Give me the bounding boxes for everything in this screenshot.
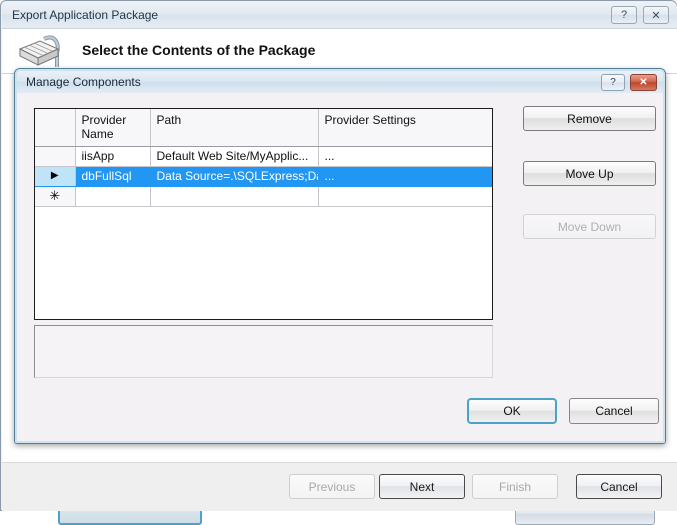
close-icon[interactable]: ✕: [630, 74, 657, 91]
previous-button[interactable]: Previous: [289, 474, 375, 499]
components-grid[interactable]: Provider Name Path Provider Settings iis…: [34, 108, 493, 320]
cell-provider-name[interactable]: iisApp: [75, 146, 151, 167]
table-row[interactable]: iisApp Default Web Site/MyApplic... ...: [35, 146, 492, 167]
table-row[interactable]: ▶ dbFullSql Data Source=.\SQLExpress;Dat…: [35, 166, 492, 187]
table-row-new[interactable]: ✳: [35, 186, 492, 207]
page-title: Select the Contents of the Package: [82, 42, 316, 58]
cancel-button[interactable]: Cancel: [569, 398, 659, 424]
wizard-title: Export Application Package: [12, 8, 159, 22]
move-down-button[interactable]: Move Down: [523, 214, 656, 239]
cell-path[interactable]: [150, 186, 319, 207]
manage-components-dialog: Manage Components ? ✕ Provider Name Path…: [14, 68, 666, 444]
description-panel: [34, 325, 493, 378]
row-selector[interactable]: ▶: [35, 166, 76, 187]
dialog-title: Manage Components: [26, 75, 141, 89]
cell-provider-settings[interactable]: ...: [318, 166, 492, 187]
table-header-row: Provider Name Path Provider Settings: [35, 109, 492, 147]
help-icon[interactable]: ?: [611, 6, 637, 24]
column-header-provider-settings[interactable]: Provider Settings: [318, 109, 492, 147]
next-button[interactable]: Next: [379, 474, 465, 499]
cell-provider-settings[interactable]: ...: [318, 146, 492, 167]
ok-button[interactable]: OK: [467, 398, 557, 424]
remove-button[interactable]: Remove: [523, 106, 656, 131]
close-icon[interactable]: ✕: [643, 6, 669, 24]
cancel-button[interactable]: Cancel: [576, 474, 662, 499]
cell-path[interactable]: Data Source=.\SQLExpress;Dat: [150, 166, 319, 187]
package-icon: [18, 35, 60, 67]
dialog-titlebar: Manage Components ? ✕: [17, 71, 663, 93]
row-selector[interactable]: [35, 146, 76, 167]
wizard-footer: Previous Next Finish Cancel: [2, 462, 677, 511]
cell-provider-name[interactable]: dbFullSql: [75, 166, 151, 187]
finish-button[interactable]: Finish: [472, 474, 558, 499]
current-row-arrow-icon: ▶: [50, 170, 59, 182]
move-up-button[interactable]: Move Up: [523, 161, 656, 186]
components-table: Provider Name Path Provider Settings iis…: [35, 109, 492, 207]
cell-provider-settings[interactable]: [318, 186, 492, 207]
cell-provider-name[interactable]: [75, 186, 151, 207]
column-header-path[interactable]: Path: [150, 109, 319, 147]
dialog-body: Provider Name Path Provider Settings iis…: [17, 93, 663, 441]
column-header-provider-name[interactable]: Provider Name: [75, 109, 151, 147]
help-icon[interactable]: ?: [601, 74, 625, 91]
wizard-titlebar: Export Application Package ? ✕: [2, 2, 677, 29]
new-row-asterisk-icon: ✳: [49, 188, 61, 204]
new-row-selector[interactable]: ✳: [35, 186, 76, 207]
column-header-selector[interactable]: [35, 109, 76, 147]
cell-path[interactable]: Default Web Site/MyApplic...: [150, 146, 319, 167]
